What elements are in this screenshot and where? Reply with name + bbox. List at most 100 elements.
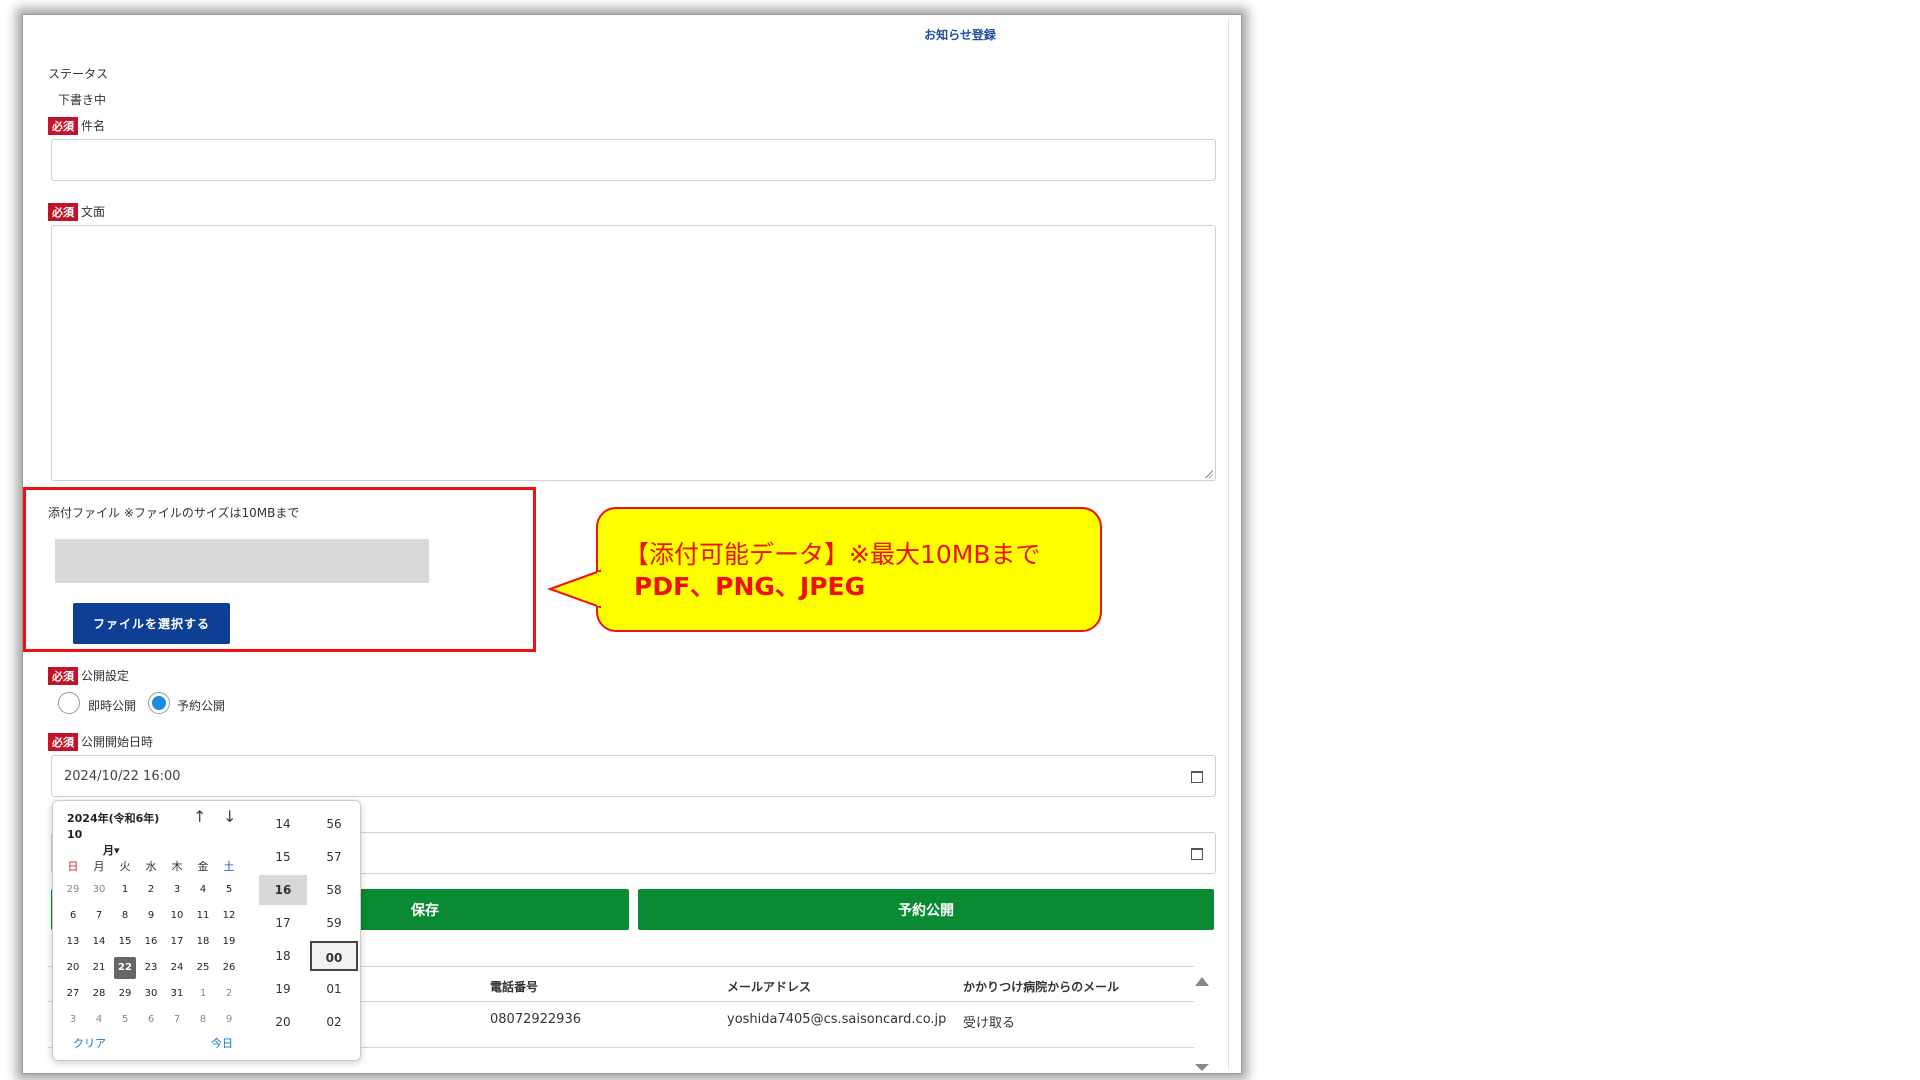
minute-option[interactable]: 57 [310,842,358,872]
calendar-day[interactable]: 31 [166,983,188,1005]
callout-box: 【添付可能データ】※最大10MBまで PDF、PNG、JPEG [547,507,1102,632]
calendar-day[interactable]: 30 [140,983,162,1005]
minute-option[interactable]: 56 [310,809,358,839]
calendar-day[interactable]: 5 [114,1009,136,1031]
calendar-day[interactable]: 29 [62,879,84,901]
calendar-day[interactable]: 17 [166,931,188,953]
radio-immediate[interactable] [58,692,80,714]
select-file-button[interactable]: ファイルを選択する [73,603,230,644]
calendar-day[interactable]: 14 [88,931,110,953]
cell-mail-preference: 受け取る [963,1016,1016,1031]
arrow-up-icon[interactable]: ↑ [193,807,206,826]
calendar-day[interactable]: 11 [192,905,214,927]
publish-start-label: 必須 公開開始日時 [48,733,153,751]
calendar-icon[interactable] [1191,848,1203,860]
clear-link[interactable]: クリア [73,1035,106,1051]
status-label: ステータス [48,67,109,81]
cell-phone: 08072922936 [490,1012,581,1027]
calendar-day[interactable]: 6 [62,905,84,927]
hour-option[interactable]: 16 [259,875,307,905]
schedule-publish-label: 予約公開 [898,902,954,919]
page-title: お知らせ登録 [924,28,996,42]
weekday-label: 日 [67,860,79,873]
calendar-day[interactable]: 19 [218,931,240,953]
calendar-day[interactable]: 5 [218,879,240,901]
picker-month-title[interactable]: 2024年(令和6年) 10 月▾ [67,811,177,859]
calendar-day[interactable]: 18 [192,931,214,953]
calendar-day[interactable]: 9 [140,905,162,927]
picker-title-line2: 月▾ [103,844,120,857]
body-label-text: 文面 [81,205,106,219]
publish-start-value: 2024/10/22 16:00 [64,769,181,784]
minute-option[interactable]: 59 [310,908,358,938]
required-badge: 必須 [48,203,78,221]
calendar-day[interactable]: 4 [192,879,214,901]
hour-option[interactable]: 17 [259,908,307,938]
calendar-day[interactable]: 2 [218,983,240,1005]
header-mail-preference: かかりつけ病院からのメール [963,980,1120,994]
hour-option[interactable]: 20 [259,1007,307,1037]
calendar-day[interactable]: 6 [140,1009,162,1031]
body-label: 必須 文面 [48,203,105,221]
calendar-day[interactable]: 13 [62,931,84,953]
weekday-label: 金 [197,860,209,873]
calendar-day[interactable]: 29 [114,983,136,1005]
calendar-day[interactable]: 3 [166,879,188,901]
calendar-day[interactable]: 24 [166,957,188,979]
calendar-day[interactable]: 28 [88,983,110,1005]
datetime-picker: 2024年(令和6年) 10 月▾ ↑ ↓ 日月火水木金土 29 30 1 2 3 4 5 6… [52,800,361,1061]
calendar-day[interactable]: 1 [192,983,214,1005]
minute-option[interactable]: 02 [310,1007,358,1037]
calendar-day[interactable]: 27 [62,983,84,1005]
publish-setting-label: 必須 公開設定 [48,667,129,685]
calendar-day[interactable]: 23 [140,957,162,979]
calendar-day[interactable]: 8 [192,1009,214,1031]
body-textarea[interactable] [51,225,1216,481]
minute-option[interactable]: 01 [310,974,358,1004]
file-name-placeholder [55,539,429,583]
hour-option[interactable]: 15 [259,842,307,872]
weekday-label: 水 [145,860,157,873]
scroll-up-icon[interactable] [1195,977,1209,986]
calendar-day[interactable]: 25 [192,957,214,979]
calendar-day[interactable]: 20 [62,957,84,979]
hour-option[interactable]: 19 [259,974,307,1004]
subject-label-text: 件名 [81,119,106,133]
publish-start-input[interactable]: 2024/10/22 16:00 [51,755,1216,797]
selected-day[interactable]: 22 [114,957,136,979]
required-badge: 必須 [48,667,78,685]
calendar-day[interactable]: 8 [114,905,136,927]
calendar-day[interactable]: 7 [166,1009,188,1031]
required-badge: 必須 [48,733,78,751]
publish-start-text: 公開開始日時 [81,735,154,749]
calendar-day[interactable]: 16 [140,931,162,953]
save-button-label: 保存 [411,902,439,919]
calendar-day[interactable]: 26 [218,957,240,979]
calendar-day[interactable]: 30 [88,879,110,901]
hour-option[interactable]: 14 [259,809,307,839]
calendar-day[interactable]: 3 [62,1009,84,1031]
callout-text-2: PDF、PNG、JPEG [634,572,866,601]
calendar-day[interactable]: 15 [114,931,136,953]
subject-input[interactable] [51,139,1216,181]
calendar-day[interactable]: 4 [88,1009,110,1031]
weekday-label: 土 [223,860,235,873]
schedule-publish-button[interactable]: 予約公開 [638,889,1214,930]
hour-option[interactable]: 18 [259,941,307,971]
weekday-label: 火 [119,860,131,873]
today-link[interactable]: 今日 [211,1035,233,1051]
minute-option[interactable]: 00 [310,941,358,971]
minute-option[interactable]: 58 [310,875,358,905]
calendar-day[interactable]: 9 [218,1009,240,1031]
calendar-icon[interactable] [1191,771,1203,783]
scroll-down-icon[interactable] [1195,1064,1209,1071]
calendar-day[interactable]: 2 [140,879,162,901]
calendar-day[interactable]: 7 [88,905,110,927]
resize-grip-icon[interactable] [1205,470,1213,478]
calendar-day[interactable]: 21 [88,957,110,979]
calendar-day[interactable]: 12 [218,905,240,927]
calendar-day[interactable]: 1 [114,879,136,901]
arrow-down-icon[interactable]: ↓ [223,807,236,826]
radio-scheduled[interactable] [148,692,170,714]
calendar-day[interactable]: 10 [166,905,188,927]
